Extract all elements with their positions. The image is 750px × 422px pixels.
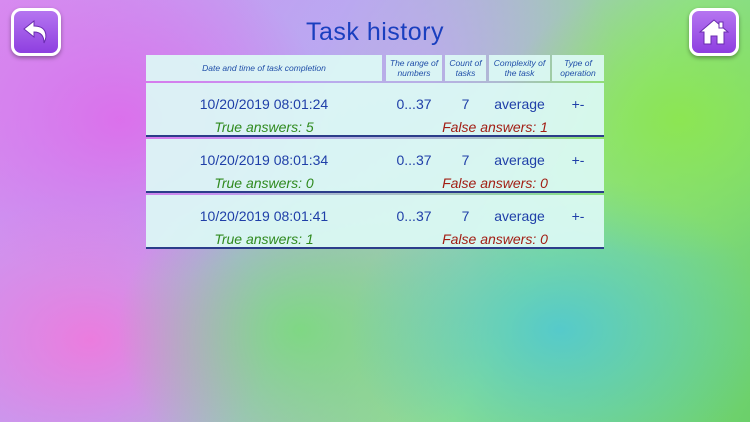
column-header-complexity: Complexity of the task <box>489 55 550 81</box>
row-range: 0...37 <box>396 152 432 168</box>
row-complexity: average <box>494 208 545 224</box>
column-header-range: The range of numbers <box>386 55 442 81</box>
home-icon <box>698 19 730 45</box>
row-count: 7 <box>461 96 470 112</box>
column-header-operation: Type of operation <box>552 55 604 81</box>
history-table: Date and time of task completion The ran… <box>146 55 604 249</box>
row-datetime: 10/20/2019 08:01:34 <box>199 152 329 168</box>
row-count: 7 <box>461 152 470 168</box>
page-title: Task history <box>306 18 444 46</box>
row-datetime: 10/20/2019 08:01:24 <box>199 96 329 112</box>
row-datetime: 10/20/2019 08:01:41 <box>199 208 329 224</box>
row-true-answers: True answers: 0 <box>214 175 314 191</box>
row-false-answers: False answers: 1 <box>442 119 548 135</box>
column-header-count: Count of tasks <box>445 55 486 81</box>
home-button[interactable] <box>689 8 739 56</box>
row-operation: +- <box>571 208 585 224</box>
row-count: 7 <box>461 208 470 224</box>
row-false-answers: False answers: 0 <box>442 175 548 191</box>
row-complexity: average <box>494 152 545 168</box>
row-operation: +- <box>571 152 585 168</box>
column-header-date: Date and time of task completion <box>146 55 382 81</box>
table-row[interactable]: 10/20/2019 08:01:41 0...37 7 average +- … <box>146 195 604 249</box>
row-range: 0...37 <box>396 208 432 224</box>
row-range: 0...37 <box>396 96 432 112</box>
row-operation: +- <box>571 96 585 112</box>
row-true-answers: True answers: 1 <box>214 231 314 247</box>
row-true-answers: True answers: 5 <box>214 119 314 135</box>
table-row[interactable]: 10/20/2019 08:01:24 0...37 7 average +- … <box>146 83 604 137</box>
table-row[interactable]: 10/20/2019 08:01:34 0...37 7 average +- … <box>146 139 604 193</box>
row-false-answers: False answers: 0 <box>442 231 548 247</box>
table-header: Date and time of task completion The ran… <box>146 55 604 81</box>
row-complexity: average <box>494 96 545 112</box>
